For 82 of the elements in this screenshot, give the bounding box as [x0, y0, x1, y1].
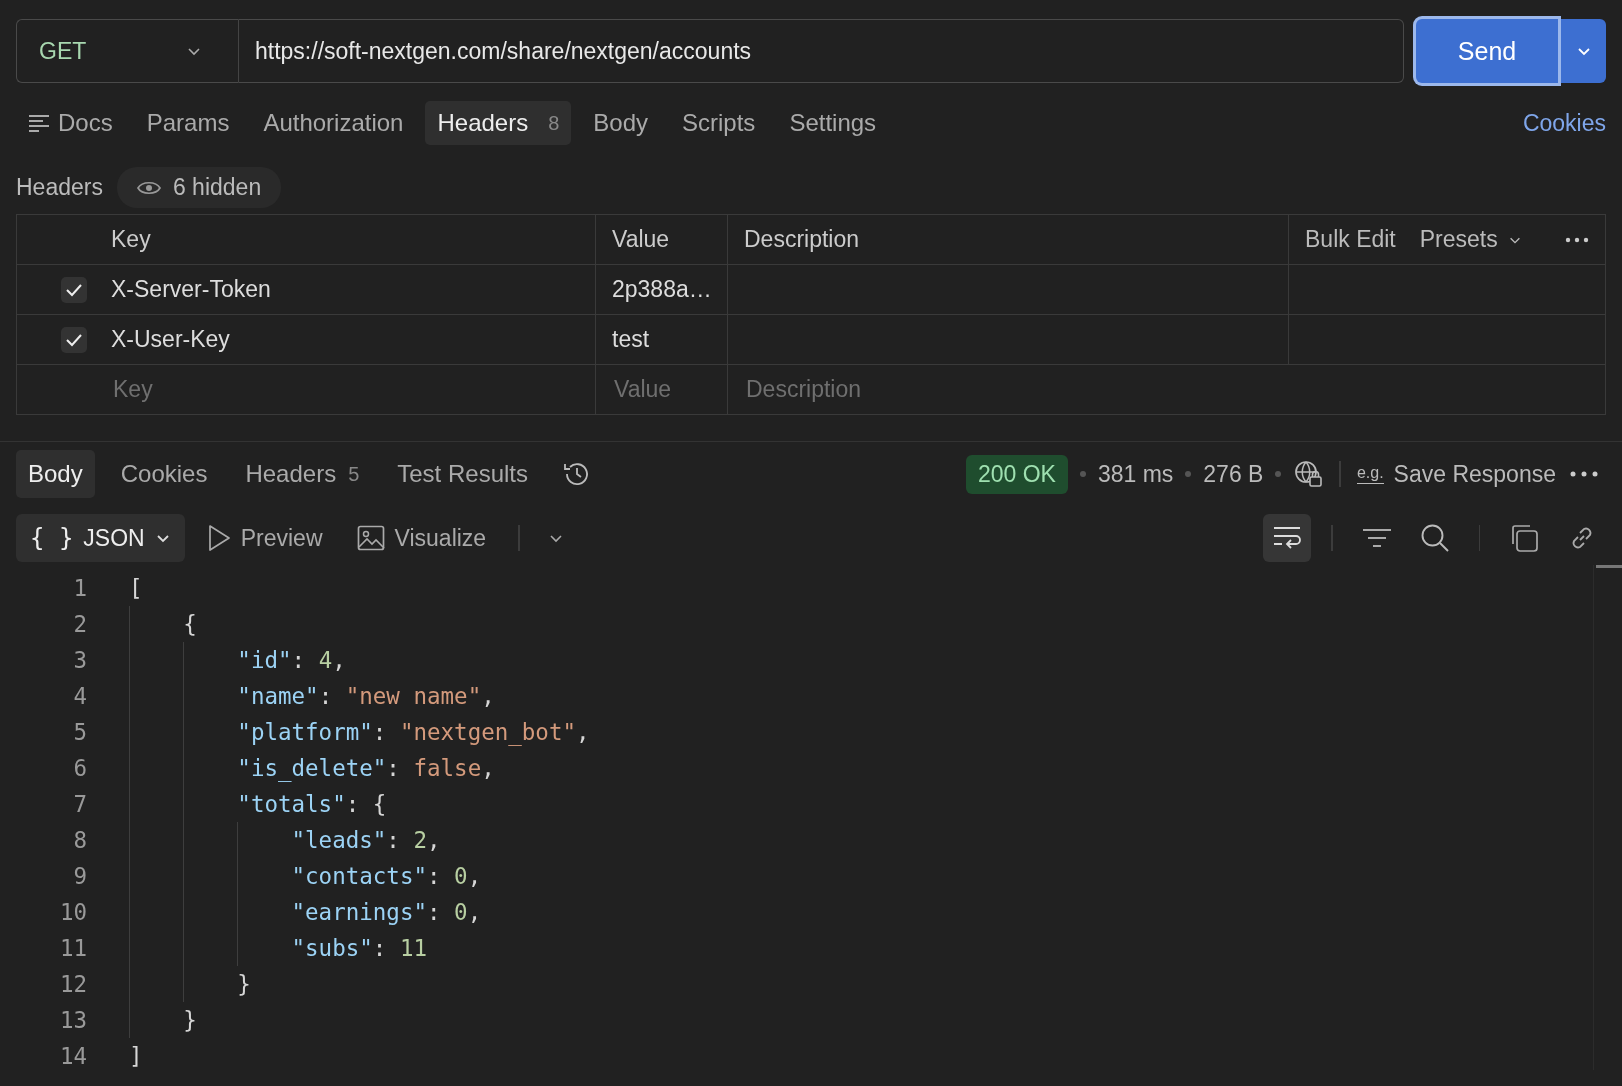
response-size: 276 B: [1203, 460, 1264, 488]
check-icon: [65, 282, 83, 297]
code-line: "earnings": 0,: [291, 899, 482, 925]
more-icon: [1570, 471, 1598, 477]
response-tab[interactable]: Cookies: [108, 450, 220, 498]
column-header: Key: [99, 215, 596, 264]
code-line: }: [237, 971, 251, 997]
copy-icon: [1509, 523, 1539, 553]
save-response-button[interactable]: e.g. Save Response: [1356, 460, 1556, 488]
line-number: 10: [58, 899, 87, 925]
status-badge: 200 OK: [965, 454, 1068, 494]
column-header: Value: [596, 215, 728, 264]
checkbox[interactable]: [61, 276, 87, 303]
line-number: 14: [58, 1043, 87, 1069]
header-value: test: [612, 326, 650, 353]
more-options-button[interactable]: [1565, 236, 1589, 243]
header-key: X-User-Key: [111, 326, 230, 353]
line-number: 8: [72, 827, 87, 853]
request-tab[interactable]: Params: [134, 101, 242, 145]
line-number: 11: [58, 935, 87, 961]
play-icon: [206, 524, 231, 552]
checkbox[interactable]: [61, 326, 87, 353]
hidden-headers-toggle[interactable]: 6 hidden: [116, 167, 282, 208]
line-number: 7: [72, 791, 87, 817]
scrollbar[interactable]: [1593, 565, 1622, 1070]
code-line: "subs": 11: [291, 935, 427, 961]
code-line: "is_delete": false,: [237, 755, 495, 781]
bulk-edit-button[interactable]: Bulk Edit: [1305, 226, 1396, 253]
globe-lock-icon: [1293, 459, 1324, 489]
key-field[interactable]: Key: [111, 375, 579, 404]
code-line: {: [183, 611, 197, 637]
method-dropdown[interactable]: GET: [16, 19, 238, 83]
header-key: X-Server-Token: [111, 276, 271, 303]
code-line: [: [129, 575, 143, 601]
header-value: 2p388a…: [612, 276, 712, 303]
image-icon: [356, 525, 385, 551]
line-number: 4: [72, 683, 87, 709]
code-line: "id": 4,: [237, 647, 346, 673]
preview-button[interactable]: Preview: [194, 524, 335, 552]
eye-icon: [136, 179, 161, 196]
line-number: 5: [72, 719, 87, 745]
request-tab[interactable]: Body: [581, 101, 660, 145]
presets-dropdown[interactable]: Presets: [1419, 226, 1522, 253]
request-tab[interactable]: Scripts: [670, 101, 768, 145]
response-tab[interactable]: Test Results: [385, 450, 540, 498]
section-title: Headers: [16, 174, 103, 201]
request-tab[interactable]: Settings: [777, 101, 889, 145]
line-number: 12: [58, 971, 87, 997]
column-header: Description: [728, 215, 1289, 264]
response-tab[interactable]: Headers 5: [233, 450, 372, 498]
line-number: 3: [72, 647, 87, 673]
value-field[interactable]: Value: [612, 375, 711, 404]
code-line: "platform": "nextgen_bot",: [237, 719, 590, 745]
request-tab[interactable]: Docs: [16, 101, 125, 145]
filter-icon: [1361, 527, 1392, 549]
code-line: "leads": 2,: [291, 827, 441, 853]
line-number: 6: [72, 755, 87, 781]
request-tab[interactable]: Authorization: [251, 101, 416, 145]
send-button[interactable]: Send: [1416, 19, 1558, 83]
response-tab[interactable]: Body: [16, 450, 95, 498]
wrap-icon: [1272, 525, 1302, 551]
lines-icon: [28, 113, 50, 133]
word-wrap-button[interactable]: [1263, 514, 1311, 562]
line-number: 2: [72, 611, 87, 637]
line-number: 9: [72, 863, 87, 889]
code-line: "contacts": 0,: [291, 863, 482, 889]
url-field[interactable]: https://soft-nextgen.com/share/nextgen/accounts: [238, 19, 1404, 83]
description-field[interactable]: Description: [744, 375, 1589, 404]
code-line: "name": "new name",: [237, 683, 495, 709]
more-icon: [1565, 236, 1589, 243]
request-tab[interactable]: Headers 8: [425, 101, 572, 145]
code-line: "totals": {: [237, 791, 387, 817]
check-icon: [65, 332, 83, 347]
visualize-button[interactable]: Visualize: [344, 524, 499, 552]
search-icon: [1419, 523, 1450, 553]
line-number: 13: [58, 1007, 87, 1033]
format-dropdown[interactable]: { } JSON: [16, 514, 185, 562]
response-time: 381 ms: [1097, 460, 1174, 488]
line-number: 1: [72, 575, 87, 601]
cookies-link[interactable]: Cookies: [1522, 109, 1606, 137]
code-line: }: [183, 1007, 197, 1033]
code-line: ]: [129, 1043, 143, 1069]
